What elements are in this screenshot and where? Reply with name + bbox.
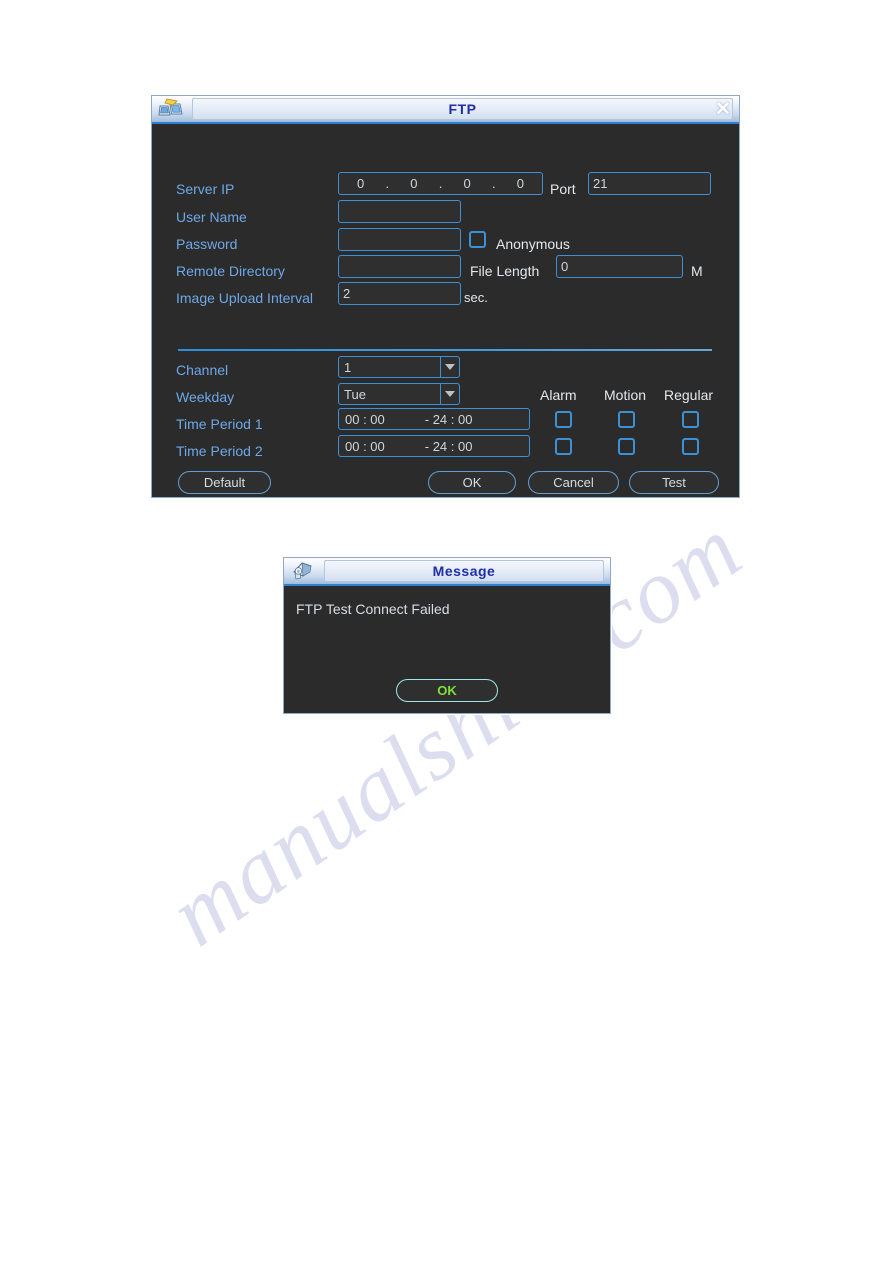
cancel-button[interactable]: Cancel (528, 471, 619, 494)
weekday-label: Weekday (176, 389, 235, 405)
chevron-down-icon[interactable] (440, 357, 459, 377)
remote-directory-label: Remote Directory (176, 263, 285, 279)
time-period-1-end: - 24 : 00 (424, 411, 473, 427)
column-header-motion: Motion (604, 387, 647, 403)
time-period-1-start: 00 : 00 (345, 411, 385, 427)
ip-dot-1: . (385, 176, 390, 191)
image-upload-interval-input[interactable]: 2 (338, 282, 461, 305)
message-title-panel: Message (324, 560, 604, 582)
test-button[interactable]: Test (629, 471, 719, 494)
close-icon[interactable]: ✕ (713, 99, 733, 119)
image-upload-interval-unit: sec. (464, 290, 488, 305)
ftp-dialog-body: Server IP 0 . 0 . 0 . 0 Port 21 User Nam… (152, 124, 739, 495)
time-period-2-label: Time Period 2 (176, 443, 263, 459)
weekday-select-value: Tue (344, 386, 366, 402)
time-period-1-label: Time Period 1 (176, 416, 263, 432)
server-ip-octet-3: 0 (463, 176, 471, 191)
chevron-down-icon[interactable] (440, 384, 459, 404)
message-dialog-body: FTP Test Connect Failed OK (284, 586, 610, 713)
channel-label: Channel (176, 362, 229, 378)
channel-select[interactable]: 1 (338, 356, 460, 378)
ftp-title-text: FTP (448, 101, 477, 117)
user-name-input[interactable] (338, 200, 461, 223)
time-period-2-input[interactable]: 00 : 00 - 24 : 00 (338, 435, 530, 457)
server-ip-octet-1: 0 (357, 176, 365, 191)
section-divider (178, 349, 712, 351)
password-input[interactable] (338, 228, 461, 251)
time-period-1-motion-checkbox[interactable] (618, 411, 635, 428)
time-period-2-start: 00 : 00 (345, 438, 385, 454)
message-text: FTP Test Connect Failed (296, 601, 450, 617)
message-dialog-window: Message FTP Test Connect Failed OK (283, 557, 611, 714)
server-ip-input[interactable]: 0 . 0 . 0 . 0 (338, 172, 543, 195)
port-input[interactable]: 21 (588, 172, 711, 195)
column-header-regular: Regular (664, 387, 714, 403)
time-period-1-input[interactable]: 00 : 00 - 24 : 00 (338, 408, 530, 430)
image-upload-interval-label: Image Upload Interval (176, 290, 313, 306)
ftp-dialog-window: FTP ✕ Server IP 0 . 0 . 0 . 0 Port 21 Us… (151, 95, 740, 498)
column-header-alarm: Alarm (540, 387, 577, 403)
file-length-input[interactable]: 0 (556, 255, 683, 278)
time-period-2-regular-checkbox[interactable] (682, 438, 699, 455)
time-period-1-alarm-checkbox[interactable] (555, 411, 572, 428)
time-period-2-motion-checkbox[interactable] (618, 438, 635, 455)
ok-button[interactable]: OK (428, 471, 516, 494)
ip-dot-2: . (438, 176, 443, 191)
user-name-label: User Name (176, 209, 247, 225)
camera-device-icon (288, 558, 318, 584)
server-ip-octet-2: 0 (410, 176, 418, 191)
port-label: Port (550, 181, 576, 197)
password-label: Password (176, 236, 238, 252)
ip-dot-3: . (491, 176, 496, 191)
file-length-unit: M (691, 263, 703, 279)
message-title-text: Message (432, 563, 496, 579)
time-period-1-regular-checkbox[interactable] (682, 411, 699, 428)
message-ok-button[interactable]: OK (396, 679, 498, 702)
channel-select-value: 1 (344, 359, 352, 375)
file-length-label: File Length (470, 263, 540, 279)
weekday-select[interactable]: Tue (338, 383, 460, 405)
remote-directory-input[interactable] (338, 255, 461, 278)
message-titlebar: Message (284, 558, 610, 586)
anonymous-checkbox[interactable] (469, 231, 486, 248)
ftp-titlebar: FTP ✕ (152, 96, 739, 124)
time-period-2-end: - 24 : 00 (424, 438, 473, 454)
ftp-title-panel: FTP (192, 98, 733, 120)
default-button[interactable]: Default (178, 471, 271, 494)
server-ip-octet-4: 0 (516, 176, 524, 191)
two-computers-network-icon (156, 96, 186, 122)
time-period-2-alarm-checkbox[interactable] (555, 438, 572, 455)
server-ip-label: Server IP (176, 181, 235, 197)
anonymous-label: Anonymous (496, 236, 570, 252)
